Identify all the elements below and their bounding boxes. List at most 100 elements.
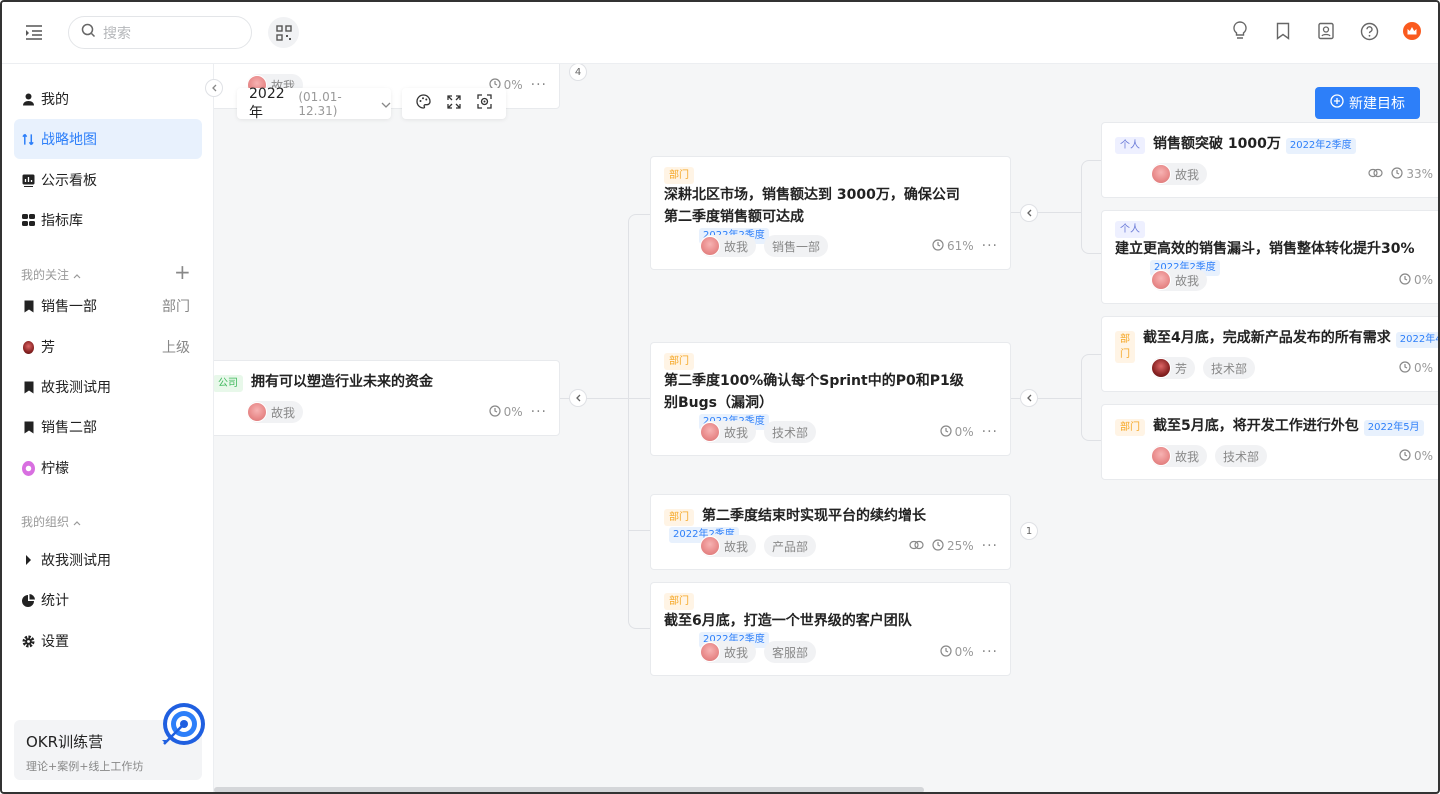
avatar bbox=[1151, 358, 1171, 378]
progress: 0% bbox=[939, 424, 974, 440]
dept-chip[interactable]: 客服部 bbox=[764, 641, 817, 663]
lightbulb-icon[interactable] bbox=[1230, 20, 1250, 42]
promo-subtitle: 理论+案例+线上工作坊 bbox=[26, 760, 144, 773]
add-follow-button[interactable]: + bbox=[174, 262, 191, 282]
strategy-map-icon bbox=[22, 133, 35, 146]
owner-chip[interactable]: 故我 bbox=[700, 235, 757, 257]
contacts-icon[interactable] bbox=[1316, 20, 1336, 42]
owner-chip[interactable]: 故我 bbox=[700, 641, 757, 663]
palette-icon[interactable] bbox=[416, 94, 431, 113]
bookmark-icon[interactable] bbox=[1273, 20, 1293, 42]
nav-item-strategy-map[interactable]: 战略地图 bbox=[14, 119, 202, 159]
chevron-up-icon bbox=[73, 268, 81, 282]
objective-card-dept[interactable]: 部门 截至6月底，打造一个世界级的客户团队 2022年2季度 故我 客服部 0%… bbox=[650, 582, 1011, 676]
follow-item-lemon[interactable]: 柠檬 bbox=[14, 448, 202, 488]
owner-name: 故我 bbox=[724, 425, 749, 440]
owner-chip[interactable]: 故我 bbox=[700, 421, 757, 443]
objective-title[interactable]: 深耕北区市场，销售额达到 3000万，确保公司第二季度销售额可达成 bbox=[664, 184, 964, 228]
progress-value: 0% bbox=[503, 78, 523, 92]
company-tag: 公司 bbox=[214, 375, 243, 392]
more-options-icon[interactable]: ··· bbox=[982, 424, 998, 440]
objective-card-dept[interactable]: 部门 截至4月底，完成新产品发布的所有需求 2022年4月 芳 技术部 0% bbox=[1101, 316, 1438, 392]
objective-title[interactable]: 截至6月底，打造一个世界级的客户团队 bbox=[664, 610, 964, 632]
collapse-node-button[interactable] bbox=[1020, 389, 1038, 407]
objective-card-dept[interactable]: 部门 第二季度结束时实现平台的续约增长 2022年2季度 故我 产品部 25% … bbox=[650, 494, 1011, 570]
nav-item-metrics[interactable]: 指标库 bbox=[14, 200, 202, 240]
dept-tag: 部门 bbox=[664, 353, 694, 370]
nav-item-stats[interactable]: 统计 bbox=[14, 580, 202, 620]
personal-tag: 个人 bbox=[1115, 221, 1145, 238]
dept-chip[interactable]: 销售一部 bbox=[764, 235, 829, 257]
follow-item-label: 销售二部 bbox=[41, 420, 97, 436]
more-options-icon[interactable]: ··· bbox=[982, 538, 998, 554]
follow-item-test[interactable]: 故我测试用 bbox=[14, 367, 202, 407]
owner-chip[interactable]: 故我 bbox=[247, 401, 304, 423]
owner-chip[interactable]: 故我 bbox=[1151, 163, 1208, 185]
dept-chip[interactable]: 产品部 bbox=[764, 535, 817, 557]
menu-toggle-icon[interactable] bbox=[24, 23, 44, 41]
objective-title[interactable]: 第二季度结束时实现平台的续约增长 bbox=[702, 505, 926, 527]
quarter-badge: 2022年5月 bbox=[1363, 420, 1424, 436]
more-options-icon[interactable]: ··· bbox=[982, 238, 998, 254]
focus-icon[interactable] bbox=[477, 94, 492, 113]
strategy-map-canvas[interactable]: 故我 0% ··· 4 2022年 (01.01-12.31) 新建目标 公司 … bbox=[214, 64, 1438, 792]
qr-code-icon[interactable] bbox=[268, 17, 299, 48]
help-icon[interactable] bbox=[1359, 20, 1379, 42]
link-icon[interactable] bbox=[1368, 167, 1383, 181]
objective-title[interactable]: 截至5月底，将开发工作进行外包 bbox=[1153, 415, 1359, 437]
objective-title[interactable]: 拥有可以塑造行业未来的资金 bbox=[251, 371, 433, 393]
app-logo-icon[interactable] bbox=[1402, 20, 1422, 42]
dept-chip[interactable]: 技术部 bbox=[1203, 357, 1256, 379]
new-goal-button[interactable]: 新建目标 bbox=[1315, 87, 1420, 119]
sidebar-collapse-button[interactable] bbox=[205, 79, 223, 97]
objective-card-personal[interactable]: 个人 建立更高效的销售漏斗，销售整体转化提升30% 2022年2季度 故我 0% bbox=[1101, 210, 1438, 304]
avatar bbox=[1151, 164, 1171, 184]
org-section-header[interactable]: 我的组织 bbox=[21, 513, 81, 530]
collapse-node-button[interactable] bbox=[1020, 204, 1038, 222]
nav-item-mine[interactable]: 我的 bbox=[14, 79, 202, 119]
more-options-icon[interactable]: ··· bbox=[531, 404, 547, 420]
objective-title[interactable]: 销售额突破 1000万 bbox=[1153, 133, 1281, 155]
dept-chip[interactable]: 技术部 bbox=[1215, 445, 1268, 467]
objective-card-dept[interactable]: 部门 深耕北区市场，销售额达到 3000万，确保公司第二季度销售额可达成 202… bbox=[650, 156, 1011, 270]
search-input[interactable]: 搜索 bbox=[103, 23, 131, 43]
collapse-node-button[interactable] bbox=[569, 389, 587, 407]
progress: 0% bbox=[1399, 272, 1433, 288]
objective-title[interactable]: 截至4月底，完成新产品发布的所有需求 bbox=[1143, 327, 1391, 349]
more-options-icon[interactable]: ··· bbox=[531, 77, 547, 93]
owner-chip[interactable]: 故我 bbox=[1151, 269, 1208, 291]
progress-clock-icon bbox=[932, 538, 944, 554]
caret-right-icon bbox=[22, 554, 35, 567]
objective-card-personal[interactable]: 个人 销售额突破 1000万 2022年2季度 故我 33% bbox=[1101, 122, 1438, 198]
nav-item-board[interactable]: 公示看板 bbox=[14, 160, 202, 200]
follow-item-sales-1[interactable]: 销售一部 部门 bbox=[14, 286, 202, 326]
more-options-icon[interactable]: ··· bbox=[982, 644, 998, 660]
search-box[interactable]: 搜索 bbox=[68, 16, 252, 49]
objective-card-dept[interactable]: 部门 截至5月底，将开发工作进行外包 2022年5月 故我 技术部 0% bbox=[1101, 404, 1438, 480]
owner-chip[interactable]: 故我 bbox=[1151, 445, 1208, 467]
nav-item-label: 指标库 bbox=[41, 213, 83, 229]
objective-card-company[interactable]: 公司 拥有可以塑造行业未来的资金 故我 0% ··· bbox=[214, 360, 560, 436]
follow-section-header[interactable]: 我的关注 bbox=[21, 266, 81, 283]
nav-item-settings[interactable]: 设置 bbox=[14, 621, 202, 661]
dept-chip[interactable]: 技术部 bbox=[764, 421, 817, 443]
org-item-test[interactable]: 故我测试用 bbox=[14, 540, 202, 580]
objective-card-dept[interactable]: 部门 第二季度100%确认每个Sprint中的P0和P1级别Bugs（漏洞） 2… bbox=[650, 342, 1011, 456]
dept-tag: 部门 bbox=[664, 593, 694, 610]
owner-chip[interactable]: 芳 bbox=[1151, 357, 1196, 379]
year-select[interactable]: 2022年 (01.01-12.31) bbox=[237, 86, 391, 121]
child-count-badge[interactable]: 1 bbox=[1020, 522, 1038, 540]
org-section-title: 我的组织 bbox=[21, 515, 70, 529]
progress: 0% bbox=[1399, 448, 1433, 464]
horizontal-scrollbar[interactable] bbox=[214, 787, 924, 792]
child-count-badge[interactable]: 4 bbox=[569, 64, 587, 81]
follow-item-fang[interactable]: 芳 上级 bbox=[14, 327, 202, 367]
link-icon[interactable] bbox=[909, 539, 924, 553]
progress: 61% bbox=[932, 238, 974, 254]
objective-title[interactable]: 建立更高效的销售漏斗，销售整体转化提升30% bbox=[1115, 238, 1415, 260]
objective-title[interactable]: 第二季度100%确认每个Sprint中的P0和P1级别Bugs（漏洞） bbox=[664, 370, 964, 414]
follow-item-sales-2[interactable]: 销售二部 bbox=[14, 407, 202, 447]
owner-chip[interactable]: 故我 bbox=[700, 535, 757, 557]
dept-tag: 部门 bbox=[664, 509, 694, 526]
fullscreen-icon[interactable] bbox=[447, 94, 461, 113]
